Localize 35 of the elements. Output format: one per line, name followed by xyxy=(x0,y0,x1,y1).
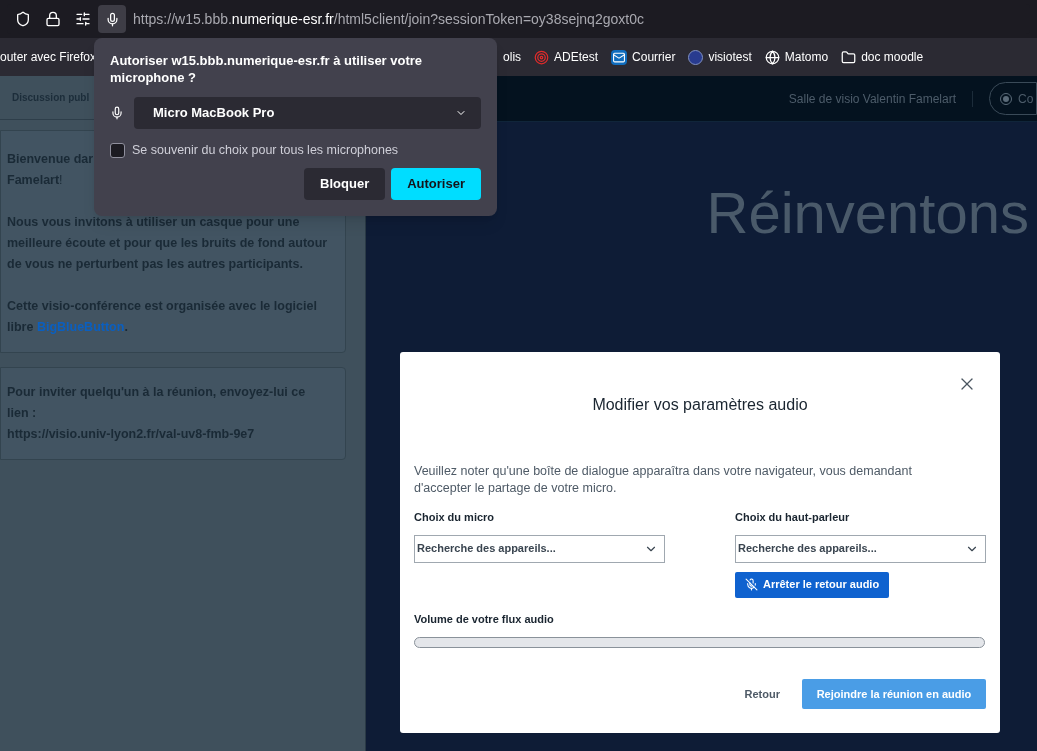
shield-icon[interactable] xyxy=(15,11,31,27)
bookmark-link[interactable]: ADEtest xyxy=(554,48,599,66)
globe-icon xyxy=(764,49,780,65)
mic-label: Choix du micro xyxy=(414,510,496,525)
url-text[interactable]: https://w15.bbb.numerique-esr.fr/html5client/join?sessionToken=oy38sejnq2goxt0c xyxy=(133,8,644,30)
muted-microphone-icon xyxy=(745,578,758,591)
lock-icon[interactable] xyxy=(45,11,61,27)
folder-icon xyxy=(841,49,857,65)
bookmark-link[interactable]: visiotest xyxy=(708,48,752,66)
volume-label: Volume de votre flux audio xyxy=(414,611,555,627)
bookmark-link[interactable]: doc moodle xyxy=(861,48,924,66)
modal-note: Veuillez noter qu'une boîte de dialogue apparaîtra dans votre navigateur, vous demandant d'accepter le partage de votre micro. xyxy=(414,463,913,497)
microphone-icon-button[interactable] xyxy=(98,5,126,33)
mic-select[interactable]: Recherche des appareils... xyxy=(414,534,665,563)
speaker-select[interactable]: Recherche des appareils... xyxy=(735,534,986,563)
stop-audio-feedback-button[interactable]: Arrêter le retour audio xyxy=(735,571,890,598)
device-select[interactable]: Micro MacBook Pro xyxy=(134,97,481,129)
back-button[interactable]: Retour xyxy=(744,685,780,703)
modal-title: Modifier vos paramètres audio xyxy=(591,395,809,415)
speaker-label: Choix du haut-parleur xyxy=(735,510,851,525)
allow-button[interactable]: Autoriser xyxy=(391,167,481,200)
slide-headline: Réinventons xyxy=(706,184,1029,242)
bookmark-link[interactable]: Courrier xyxy=(632,48,676,66)
popup-title: Autoriser w15.bbb.numerique-esr.fr à utiliser votre microphone ? xyxy=(110,52,424,86)
room-title: Salle de visio Valentin Famelart xyxy=(788,90,956,108)
mail-icon xyxy=(611,49,628,65)
microphone-icon xyxy=(104,11,120,27)
bookmark-link[interactable]: olis xyxy=(503,48,522,66)
target-icon xyxy=(534,49,550,65)
microphone-icon xyxy=(110,106,124,120)
remember-label: Se souvenir du choix pour tous les microphones xyxy=(132,142,399,159)
bookmark-link[interactable]: Matomo xyxy=(784,48,829,66)
permissions-icon[interactable] xyxy=(75,11,91,27)
block-button[interactable]: Bloquer xyxy=(304,167,386,200)
remember-checkbox[interactable] xyxy=(110,142,125,158)
